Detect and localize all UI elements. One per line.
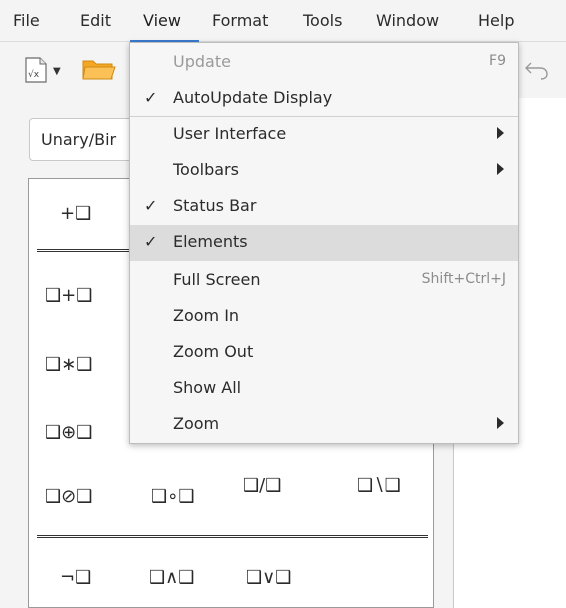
formula-icon[interactable]: √x	[24, 57, 48, 87]
elements-separator	[37, 535, 428, 538]
menu-item-shortcut: Shift+Ctrl+J	[421, 271, 506, 287]
element-multiply[interactable]: ❑∗❑	[45, 354, 92, 375]
element-backslash[interactable]: ❑∖❑	[357, 475, 401, 496]
menu-help[interactable]: Help	[478, 9, 514, 33]
menu-item-zoom[interactable]: Zoom	[130, 407, 518, 443]
folder-open-icon[interactable]	[82, 57, 116, 85]
check-icon: ✓	[144, 88, 158, 107]
element-or[interactable]: ❑∨❑	[246, 567, 291, 588]
submenu-arrow-icon	[497, 127, 504, 139]
menu-item-elements[interactable]: ✓ Elements	[130, 225, 518, 261]
menu-item-full-screen[interactable]: Full Screen Shift+Ctrl+J	[130, 263, 518, 299]
menu-tools[interactable]: Tools	[303, 9, 342, 33]
menu-item-status-bar[interactable]: ✓ Status Bar	[130, 189, 518, 225]
submenu-arrow-icon	[497, 417, 504, 429]
menu-item-zoom-out[interactable]: Zoom Out	[130, 335, 518, 371]
undo-icon[interactable]	[525, 60, 549, 84]
element-composition[interactable]: ❑∘❑	[151, 486, 195, 507]
element-slash-fraction[interactable]: ❑/❑	[243, 475, 281, 496]
menu-item-autoupdate-display[interactable]: ✓ AutoUpdate Display	[130, 81, 518, 117]
menu-view[interactable]: View	[143, 9, 181, 33]
formula-dropdown-icon[interactable]: ▼	[53, 66, 61, 77]
check-icon: ✓	[144, 232, 158, 251]
menu-item-label: Show All	[173, 378, 242, 397]
menu-file[interactable]: File	[13, 9, 40, 33]
element-and[interactable]: ❑∧❑	[149, 567, 194, 588]
menu-item-label: Zoom Out	[173, 342, 254, 361]
menu-item-shortcut: F9	[489, 53, 506, 69]
check-icon: ✓	[144, 196, 158, 215]
element-circled-slash[interactable]: ❑⊘❑	[45, 486, 92, 507]
menu-item-label: Full Screen	[173, 270, 261, 289]
element-not[interactable]: ¬❑	[60, 567, 91, 588]
menu-item-zoom-in[interactable]: Zoom In	[130, 299, 518, 335]
element-circled-plus[interactable]: ❑⊕❑	[45, 422, 92, 443]
submenu-arrow-icon	[497, 163, 504, 175]
menu-item-label: Zoom In	[173, 306, 240, 325]
menu-item-label: Status Bar	[173, 196, 257, 215]
menu-format[interactable]: Format	[212, 9, 268, 33]
menu-item-label: User Interface	[173, 124, 287, 143]
menu-item-toolbars[interactable]: Toolbars	[130, 153, 518, 189]
menu-item-label: Update	[173, 52, 231, 71]
svg-text:√x: √x	[28, 69, 40, 80]
menu-item-user-interface[interactable]: User Interface	[130, 117, 518, 153]
menu-item-show-all[interactable]: Show All	[130, 371, 518, 407]
menu-item-label: Elements	[173, 232, 248, 251]
element-binary-plus[interactable]: ❑+❑	[45, 285, 92, 306]
view-menu: Update F9 ✓ AutoUpdate Display User Inte…	[129, 42, 519, 444]
element-unary-plus[interactable]: +❑	[60, 203, 91, 224]
menubar: File Edit View Format Tools Window Help	[0, 0, 566, 42]
menu-item-label: AutoUpdate Display	[173, 88, 333, 107]
menu-window[interactable]: Window	[376, 9, 439, 33]
menu-item-label: Toolbars	[173, 160, 239, 179]
menu-item-update[interactable]: Update F9	[130, 45, 518, 81]
menu-item-label: Zoom	[173, 414, 220, 433]
menu-edit[interactable]: Edit	[80, 9, 111, 33]
